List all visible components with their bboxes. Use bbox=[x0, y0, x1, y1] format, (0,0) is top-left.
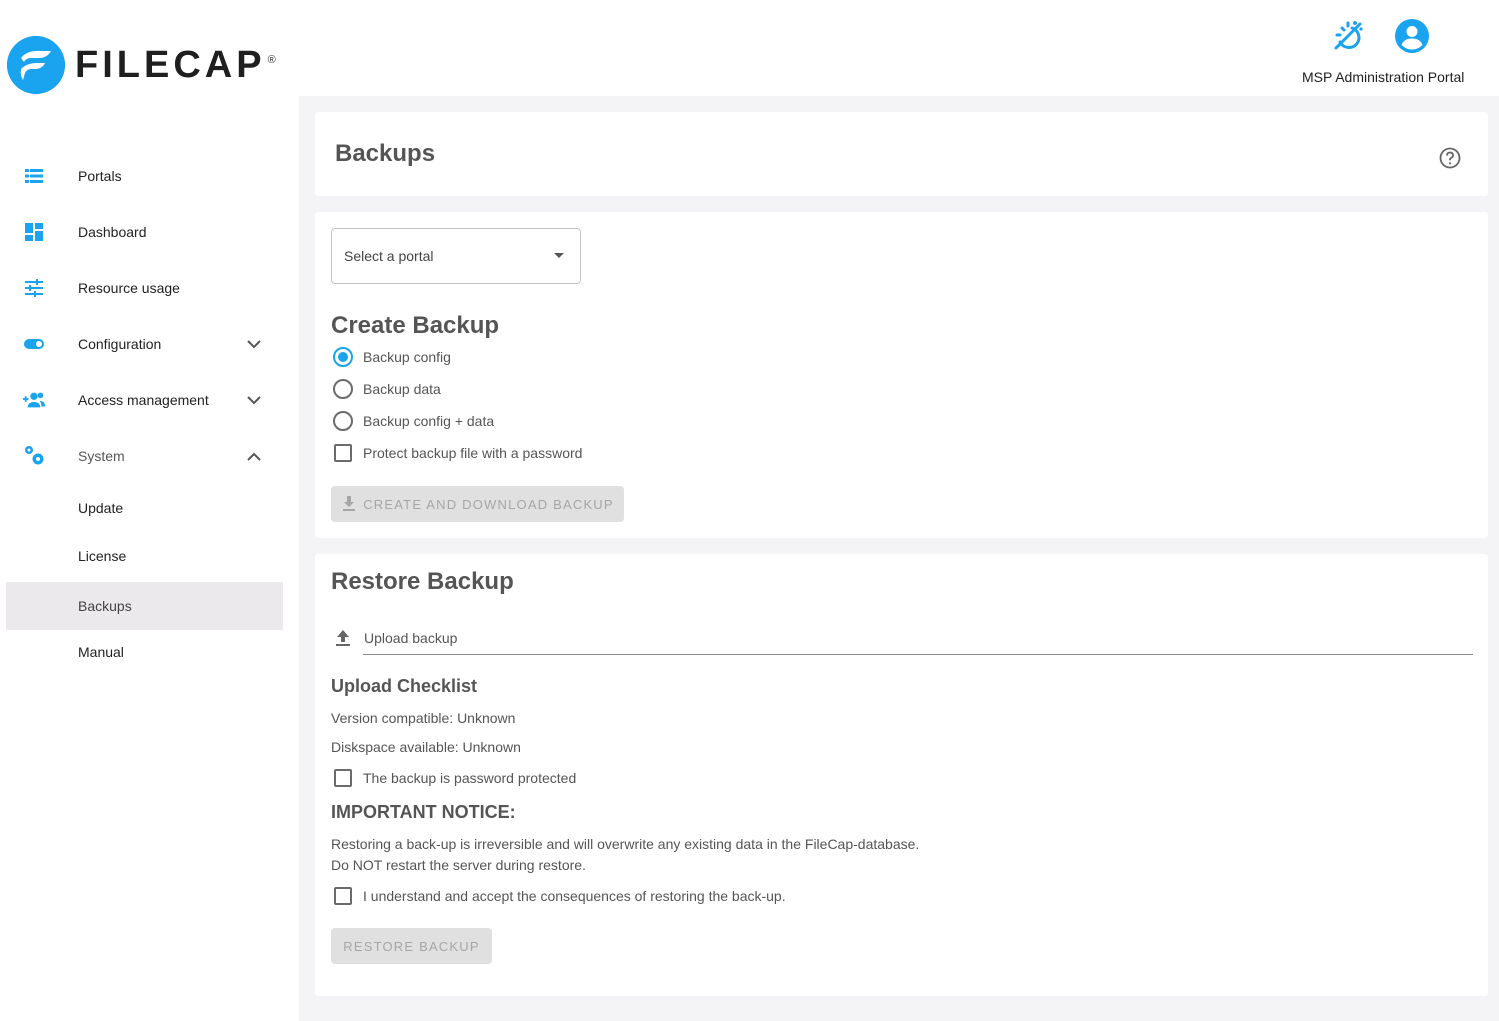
sidebar-item-label: Backups bbox=[78, 598, 132, 614]
create-download-backup-button[interactable]: CREATE AND DOWNLOAD BACKUP bbox=[331, 486, 624, 522]
tune-icon bbox=[22, 276, 46, 300]
create-backup-card: Select a portal Create Backup Backup con… bbox=[315, 212, 1488, 538]
registered-mark: ® bbox=[267, 54, 276, 66]
theme-toggle-icon bbox=[1334, 21, 1363, 50]
button-label: CREATE AND DOWNLOAD BACKUP bbox=[363, 496, 614, 512]
backup-data-radio[interactable]: Backup data bbox=[331, 378, 441, 400]
backup-config-radio[interactable]: Backup config bbox=[331, 346, 451, 368]
sidebar: Portals Dashboard Resource usage Configu… bbox=[0, 96, 299, 1021]
portal-select[interactable]: Select a portal bbox=[331, 228, 581, 284]
sidebar-item-backups[interactable]: Backups bbox=[6, 582, 283, 630]
radio-label: Backup config + data bbox=[363, 413, 495, 429]
version-compatible-text: Version compatible: Unknown bbox=[331, 710, 516, 726]
restore-backup-button[interactable]: RESTORE BACKUP bbox=[331, 928, 492, 964]
sidebar-item-update[interactable]: Update bbox=[6, 484, 283, 532]
protect-password-checkbox[interactable]: Protect backup file with a password bbox=[331, 442, 582, 464]
chevron-up-icon[interactable] bbox=[244, 446, 264, 466]
header-actions: MSP Administration Portal bbox=[1299, 0, 1499, 96]
chevron-down-icon[interactable] bbox=[244, 390, 264, 410]
account-circle-icon bbox=[1395, 19, 1429, 53]
dashboard-icon bbox=[22, 220, 46, 244]
password-protected-checkbox[interactable]: The backup is password protected bbox=[331, 767, 576, 789]
dropdown-arrow-icon bbox=[554, 253, 564, 258]
upload-icon[interactable] bbox=[333, 628, 353, 648]
page-title: Backups bbox=[335, 140, 436, 167]
sidebar-item-access-management[interactable]: Access management bbox=[6, 376, 283, 424]
account-button[interactable] bbox=[1393, 17, 1431, 55]
backup-config-data-radio[interactable]: Backup config + data bbox=[331, 410, 494, 432]
accept-consequences-checkbox[interactable]: I understand and accept the consequences… bbox=[331, 885, 786, 907]
radio-unchecked-icon[interactable] bbox=[333, 411, 353, 431]
page-header-card: Backups bbox=[315, 112, 1488, 196]
checkbox-label: Protect backup file with a password bbox=[363, 445, 583, 461]
checkbox-label: I understand and accept the consequences… bbox=[363, 888, 786, 904]
radio-checked-icon[interactable] bbox=[333, 347, 353, 367]
upload-backup-field[interactable]: Upload backup bbox=[331, 624, 1473, 656]
list-icon bbox=[22, 164, 46, 188]
important-notice-title: IMPORTANT NOTICE: bbox=[331, 802, 516, 822]
upload-field-underline bbox=[363, 654, 1473, 655]
notice-text-line-2: Do NOT restart the server during restore… bbox=[331, 857, 586, 873]
main-content: Backups Select a portal Create Backup Ba… bbox=[299, 96, 1499, 1021]
sidebar-item-label: Update bbox=[78, 500, 124, 516]
create-backup-title: Create Backup bbox=[331, 312, 500, 339]
filecap-logo[interactable]: FILECAP ® bbox=[7, 36, 276, 94]
theme-toggle-button[interactable] bbox=[1329, 17, 1367, 55]
checkbox-label: The backup is password protected bbox=[363, 770, 577, 786]
brand-name: FILECAP ® bbox=[75, 44, 276, 86]
sidebar-item-system[interactable]: System bbox=[6, 432, 283, 480]
checkbox-unchecked-icon[interactable] bbox=[334, 887, 352, 905]
help-icon[interactable] bbox=[1438, 146, 1462, 170]
notice-text-line-1: Restoring a back-up is irreversible and … bbox=[331, 836, 920, 852]
download-icon bbox=[343, 496, 356, 511]
sidebar-item-label: Dashboard bbox=[78, 224, 147, 240]
sidebar-item-label: Resource usage bbox=[78, 280, 180, 296]
sidebar-item-configuration[interactable]: Configuration bbox=[6, 320, 283, 368]
restore-backup-title: Restore Backup bbox=[331, 568, 514, 595]
radio-label: Backup config bbox=[363, 349, 451, 365]
sidebar-item-label: License bbox=[78, 548, 127, 564]
upload-backup-label: Upload backup bbox=[364, 630, 458, 646]
restore-backup-card: Restore Backup Upload backup Upload Chec… bbox=[315, 554, 1488, 996]
chevron-down-icon[interactable] bbox=[244, 334, 264, 354]
portal-select-placeholder: Select a portal bbox=[344, 248, 434, 264]
button-label: RESTORE BACKUP bbox=[343, 938, 480, 954]
diskspace-available-text: Diskspace available: Unknown bbox=[331, 739, 521, 755]
sidebar-item-dashboard[interactable]: Dashboard bbox=[6, 208, 283, 256]
sidebar-item-portals[interactable]: Portals bbox=[6, 152, 283, 200]
sidebar-item-label: Portals bbox=[78, 168, 122, 184]
radio-unchecked-icon[interactable] bbox=[333, 379, 353, 399]
radio-label: Backup data bbox=[363, 381, 441, 397]
portal-label: MSP Administration Portal bbox=[1302, 69, 1465, 85]
sidebar-item-label: System bbox=[78, 448, 125, 464]
checkbox-unchecked-icon[interactable] bbox=[334, 769, 352, 787]
group-add-icon bbox=[22, 388, 46, 412]
sidebar-item-resource-usage[interactable]: Resource usage bbox=[6, 264, 283, 312]
toggle-icon bbox=[22, 332, 46, 356]
sidebar-item-license[interactable]: License bbox=[6, 532, 283, 580]
settings-icon bbox=[22, 444, 46, 468]
sidebar-item-label: Manual bbox=[78, 644, 124, 660]
checkbox-unchecked-icon[interactable] bbox=[334, 444, 352, 462]
sidebar-item-label: Configuration bbox=[78, 336, 162, 352]
upload-checklist-title: Upload Checklist bbox=[331, 676, 478, 696]
filecap-logo-icon bbox=[7, 36, 65, 94]
sidebar-item-manual[interactable]: Manual bbox=[6, 628, 283, 676]
sidebar-item-label: Access management bbox=[78, 392, 209, 408]
